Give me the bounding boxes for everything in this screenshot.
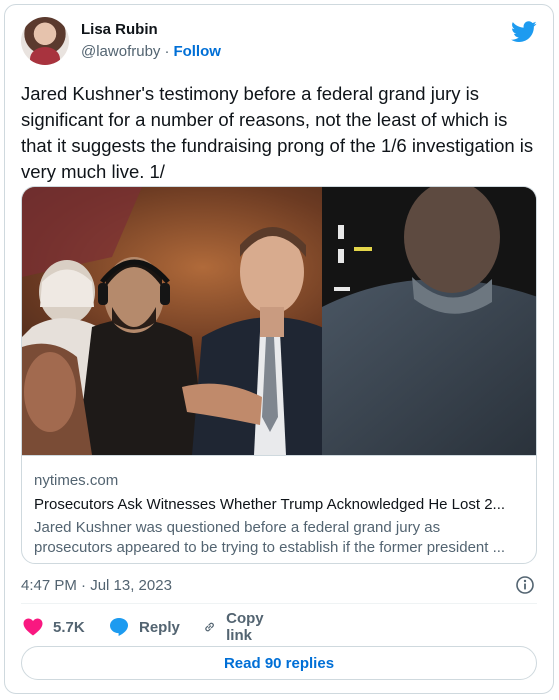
card-title[interactable]: Prosecutors Ask Witnesses Whether Trump …: [34, 496, 526, 513]
author-handle[interactable]: @lawofruby: [81, 43, 160, 60]
copy-link-label: Copy link: [226, 610, 264, 644]
tweet-header: Lisa Rubin @lawofruby · Follow: [21, 17, 537, 69]
link-card[interactable]: nytimes.com Prosecutors Ask Witnesses Wh…: [21, 186, 537, 564]
speech-bubble-icon: [110, 618, 128, 636]
author-name[interactable]: Lisa Rubin: [81, 21, 158, 38]
follow-link[interactable]: Follow: [173, 43, 221, 60]
divider: [21, 603, 537, 604]
like-count: 5.7K: [53, 618, 85, 636]
bird-icon[interactable]: [511, 21, 537, 43]
avatar-figure: [30, 47, 60, 65]
news-photo: [22, 187, 536, 455]
info-icon[interactable]: [515, 575, 535, 595]
card-description-line: Jared Kushner was questioned before a fe…: [34, 519, 441, 536]
tweet-text: Jared Kushner's testimony before a feder…: [21, 83, 534, 182]
link-icon: [205, 622, 214, 632]
tweet-timestamp[interactable]: 4:47 PM · Jul 13, 2023: [21, 577, 172, 594]
author-subline: @lawofruby · Follow: [81, 43, 221, 60]
like-button[interactable]: 5.7K: [23, 613, 85, 641]
reply-button[interactable]: Reply: [109, 613, 180, 641]
reply-label: Reply: [139, 618, 180, 636]
tweet-embed: Lisa Rubin @lawofruby · Follow Jared Kushn…: [4, 4, 554, 694]
copy-link-button[interactable]: Copy link: [203, 610, 271, 644]
heart-icon: [23, 618, 43, 636]
card-description-line: prosecutors appeared to be trying to est…: [34, 539, 506, 556]
read-replies-button[interactable]: Read 90 replies: [21, 646, 537, 680]
card-domain: nytimes.com: [34, 472, 119, 489]
avatar[interactable]: [21, 17, 69, 65]
card-description: Jared Kushner was questioned before a fe…: [34, 518, 526, 558]
card-meta: nytimes.com Prosecutors Ask Witnesses Wh…: [22, 455, 536, 563]
separator-dot: ·: [164, 43, 170, 60]
card-image[interactable]: [22, 187, 536, 455]
